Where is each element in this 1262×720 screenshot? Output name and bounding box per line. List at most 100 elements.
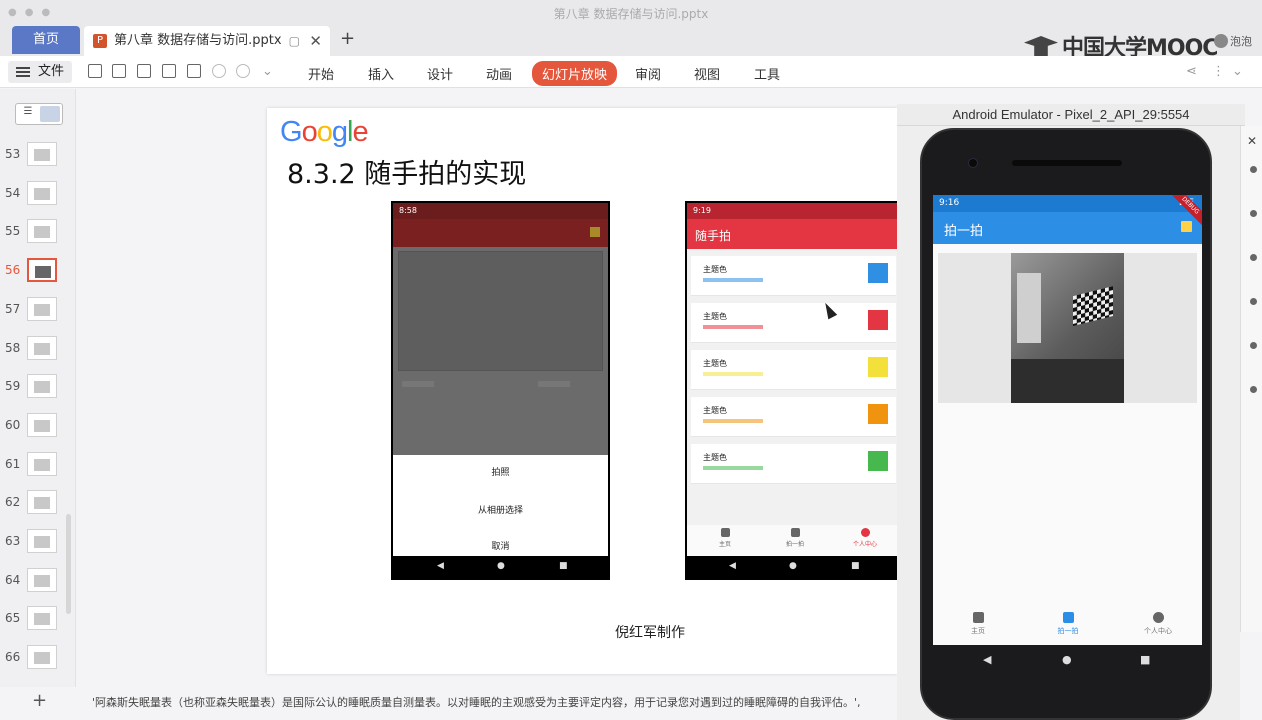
save-icon[interactable] — [1181, 221, 1192, 232]
app-bar: 随手拍 — [687, 219, 897, 249]
slide-preview — [27, 142, 57, 166]
logo-letter: o — [316, 116, 333, 148]
slide-number: 54 — [5, 185, 21, 200]
emulator-screen[interactable]: 9:16 LTE 拍一拍 DEBUG 主页 拍一拍 个人中心 — [933, 195, 1202, 645]
menu-animation[interactable]: 动画 — [486, 64, 512, 83]
close-tab-icon[interactable]: ✕ — [309, 26, 322, 56]
slide-thumbnail[interactable]: 55 — [0, 219, 70, 249]
tab-profile[interactable]: 个人中心 — [1113, 606, 1202, 636]
slide-preview — [27, 645, 57, 670]
screenshot-icon[interactable] — [1250, 342, 1257, 349]
format-painter-icon[interactable] — [137, 64, 151, 78]
menu-slideshow[interactable]: 幻灯片放映 — [532, 61, 618, 86]
logo-letter: G — [280, 116, 303, 148]
slide-thumbnail[interactable]: 57 — [0, 296, 70, 327]
share-icon[interactable]: ⋖ — [1186, 64, 1197, 79]
logo-letter: o — [301, 116, 318, 148]
slide-thumbnail[interactable]: 65 — [0, 606, 70, 636]
list-item: 主题色 — [691, 397, 896, 437]
front-camera — [968, 158, 978, 168]
slide-number: 61 — [5, 456, 21, 471]
view-toggle[interactable]: ☰ — [15, 103, 63, 125]
slide-number: 53 — [5, 147, 21, 161]
quick-access-dropdown-icon[interactable]: ⌄ — [262, 64, 273, 79]
slide-thumbnail[interactable]: 53 — [0, 142, 70, 172]
save-icon — [590, 227, 600, 237]
slide-thumbnail[interactable]: 62 — [0, 490, 70, 520]
slide-thumbnail[interactable]: 60 — [0, 412, 70, 443]
slide-thumbnail[interactable]: 61 — [0, 451, 70, 482]
person-icon — [860, 528, 870, 537]
rotate-icon[interactable] — [1250, 298, 1257, 305]
slide-number: 60 — [5, 417, 21, 432]
new-tab-button[interactable]: + — [340, 28, 355, 49]
slide-thumbnail[interactable]: 56 — [0, 258, 70, 288]
menu-review[interactable]: 审阅 — [635, 64, 661, 83]
slide-preview — [27, 606, 57, 631]
list-item-subtitle — [703, 466, 763, 470]
menu-tools[interactable]: 工具 — [754, 64, 780, 83]
home-icon[interactable]: ● — [1062, 653, 1072, 666]
tab-document[interactable]: P 第八章 数据存储与访问.pptx ▢ ✕ — [84, 26, 330, 56]
status-time: 9:19 — [693, 206, 711, 215]
volume-down-icon[interactable] — [1250, 254, 1257, 261]
slide-preview — [27, 529, 57, 553]
back-icon: ◀ — [729, 561, 736, 571]
captured-photo[interactable] — [938, 253, 1197, 403]
slide-thumbnail[interactable]: 59 — [0, 374, 70, 404]
tab-home: 主页 — [695, 525, 755, 548]
open-folder-icon[interactable] — [88, 64, 102, 78]
slide-author: 倪红军制作 — [615, 625, 685, 641]
add-slide-button[interactable]: + — [32, 690, 47, 711]
slide-thumbnail[interactable]: 58 — [0, 335, 70, 366]
tab-document-label: 第八章 数据存储与访问.pptx — [114, 33, 282, 48]
slide-preview — [27, 374, 57, 399]
more-icon[interactable]: ⋮ — [1212, 64, 1225, 79]
back-icon[interactable]: ◀ — [983, 653, 991, 666]
menu-design[interactable]: 设计 — [427, 64, 453, 83]
tab-snap[interactable]: 拍一拍 — [1023, 606, 1113, 636]
home-icon: ● — [497, 561, 505, 571]
volume-up-icon[interactable] — [1250, 210, 1257, 217]
slide-thumbnail[interactable]: 66 — [0, 645, 70, 675]
emulator-title-bar[interactable]: Android Emulator - Pixel_2_API_29:5554 — [897, 104, 1245, 126]
list-item-label: 主题色 — [703, 265, 727, 274]
redo-icon[interactable] — [236, 64, 250, 78]
graduation-cap-icon — [1024, 36, 1058, 58]
zoom-icon[interactable] — [1250, 386, 1257, 393]
color-swatch — [868, 451, 888, 471]
slide-thumbnail[interactable]: 64 — [0, 567, 70, 598]
recents-icon[interactable]: ■ — [1140, 653, 1150, 666]
save-icon[interactable] — [112, 64, 126, 78]
bottom-navigation: 主页 拍一拍 个人中心 — [933, 606, 1202, 645]
sheet-option-camera: 拍照 — [491, 468, 510, 478]
monitor-icon[interactable]: ▢ — [289, 26, 300, 56]
chevron-down-icon[interactable]: ⌄ — [1232, 64, 1243, 79]
outline-view-icon[interactable]: ☰ — [18, 106, 38, 122]
status-bar: 9:16 LTE — [933, 195, 1202, 212]
slide-number: 57 — [5, 301, 21, 316]
thumbnails-scrollbar[interactable] — [66, 514, 71, 614]
recents-icon: ■ — [851, 561, 860, 571]
tab-home[interactable]: 主页 — [933, 606, 1023, 636]
color-swatch — [868, 263, 888, 283]
tab-snap: 拍一拍 — [765, 525, 825, 548]
slide-thumbnail[interactable]: 54 — [0, 180, 70, 211]
slide-canvas[interactable]: Google 8.3.2 随手拍的实现 8:58 拍照 从相册选择 取消 ◀ ●… — [267, 108, 897, 674]
android-nav-bar: ◀ ● ■ — [393, 556, 608, 578]
slide-view-icon[interactable] — [40, 106, 60, 122]
close-icon[interactable]: ✕ — [1247, 134, 1257, 148]
undo-icon[interactable] — [212, 64, 226, 78]
list-item-label: 主题色 — [703, 312, 727, 321]
slide-thumbnail[interactable]: 63 — [0, 529, 70, 559]
menu-insert[interactable]: 插入 — [368, 64, 394, 83]
power-icon[interactable] — [1250, 166, 1257, 173]
menu-view[interactable]: 视图 — [694, 64, 720, 83]
mooc-user: 泡泡 — [1214, 33, 1252, 49]
print-icon[interactable] — [162, 64, 176, 78]
print-preview-icon[interactable] — [187, 64, 201, 78]
color-swatch — [868, 404, 888, 424]
file-menu-button[interactable]: 文件 — [8, 61, 72, 83]
menu-start[interactable]: 开始 — [308, 64, 334, 83]
tab-home[interactable]: 首页 — [12, 26, 80, 54]
